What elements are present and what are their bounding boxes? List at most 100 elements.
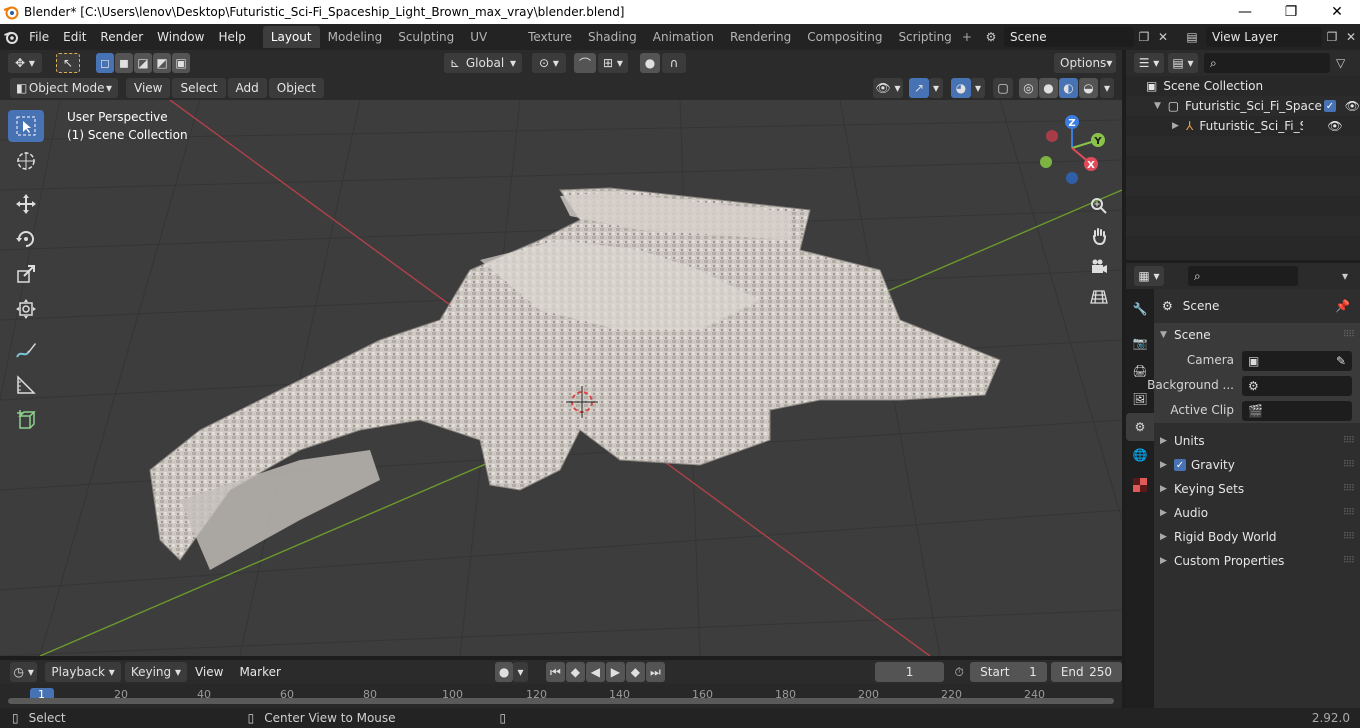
proportional-edit-icon[interactable]: ●: [640, 53, 660, 73]
visibility-eye-icon[interactable]: 👁: [1327, 119, 1342, 133]
play-reverse-icon[interactable]: ◀: [585, 662, 605, 682]
mode-difference-icon[interactable]: ◩: [153, 53, 171, 73]
measure-tool-icon[interactable]: [8, 369, 44, 401]
drag-grip-icon[interactable]: ⠿⠿: [1343, 436, 1355, 446]
wireframe-shading-icon[interactable]: ◎: [1019, 78, 1038, 98]
tab-uv-editing[interactable]: UV Editing: [462, 26, 520, 66]
playback-menu[interactable]: Playback ▾: [45, 662, 121, 682]
mode-intersect-icon[interactable]: ▣: [172, 53, 190, 73]
drag-grip-icon[interactable]: ⠿⠿: [1343, 508, 1355, 518]
active-clip-field[interactable]: 🎬: [1242, 401, 1352, 421]
jump-start-icon[interactable]: ⏮: [545, 662, 565, 682]
section-keying-sets[interactable]: ▶ Keying Sets ⠿⠿: [1154, 477, 1360, 501]
spaceship-model[interactable]: [149, 187, 1001, 570]
timeline-scrollbar[interactable]: [8, 698, 1114, 704]
section-audio[interactable]: ▶ Audio ⠿⠿: [1154, 501, 1360, 525]
menu-window[interactable]: Window: [150, 26, 211, 48]
rendered-shading-icon[interactable]: ◒: [1079, 78, 1098, 98]
remove-view-layer-icon[interactable]: ✕: [1342, 30, 1360, 44]
select-tool-icon[interactable]: [8, 110, 44, 142]
shading-dropdown-icon[interactable]: ▾: [1100, 78, 1114, 98]
move-tool-icon[interactable]: [8, 188, 44, 220]
tab-scripting[interactable]: Scripting: [890, 26, 959, 48]
gizmo-toggle-icon[interactable]: ↗: [909, 78, 929, 98]
current-frame-field[interactable]: 1: [874, 662, 945, 682]
add-workspace-button[interactable]: +: [960, 30, 974, 44]
start-frame-field[interactable]: Start 1: [970, 662, 1047, 682]
chevron-down-icon[interactable]: ▼: [1154, 101, 1168, 111]
rotate-tool-icon[interactable]: [8, 223, 44, 255]
auto-key-dropdown-icon[interactable]: ▾: [513, 662, 528, 682]
mode-extend-icon[interactable]: ◼: [115, 53, 133, 73]
options-dropdown[interactable]: Options ▾: [1054, 53, 1116, 73]
editor-type-icon[interactable]: ✥ ▾: [8, 53, 42, 73]
falloff-icon[interactable]: ∩: [662, 53, 686, 73]
view-layer-name-field[interactable]: View Layer: [1206, 27, 1322, 47]
minimize-button[interactable]: —: [1222, 0, 1268, 24]
drag-grip-icon[interactable]: ⠿⠿: [1343, 330, 1355, 340]
keying-menu[interactable]: Keying ▾: [124, 662, 187, 682]
menu-add[interactable]: Add: [227, 78, 267, 98]
background-scene-field[interactable]: ⚙: [1242, 376, 1352, 396]
pivot-point-icon[interactable]: ⊙ ▾: [532, 53, 566, 73]
mode-dropdown[interactable]: ◧ Object Mode ▾: [10, 78, 118, 98]
overlay-dropdown-icon[interactable]: ▾: [971, 78, 985, 98]
tab-shading[interactable]: Shading: [580, 26, 645, 48]
outliner-editor-icon[interactable]: ☰ ▾: [1134, 53, 1164, 73]
drag-grip-icon[interactable]: ⠿⠿: [1343, 556, 1355, 566]
outliner-search-input[interactable]: ⌕: [1204, 53, 1330, 73]
jump-end-icon[interactable]: ⏭: [645, 662, 665, 682]
navigation-gizmo[interactable]: Z Y X: [1040, 115, 1105, 184]
section-rigid-body-world[interactable]: ▶ Rigid Body World ⠿⠿: [1154, 525, 1360, 549]
render-tab-icon[interactable]: 📷: [1126, 329, 1154, 357]
tab-modeling[interactable]: Modeling: [320, 26, 391, 48]
properties-search-input[interactable]: ⌕: [1188, 266, 1298, 286]
tab-layout[interactable]: Layout: [262, 26, 320, 48]
tab-rendering[interactable]: Rendering: [722, 26, 799, 48]
timeline-ruler[interactable]: 1 20 40 60 80 100 120 140 160 180 200 22…: [0, 684, 1122, 708]
properties-editor-icon[interactable]: ▦ ▾: [1134, 266, 1164, 286]
timeline-view-menu[interactable]: View: [187, 665, 231, 679]
prev-keyframe-icon[interactable]: ◆: [565, 662, 585, 682]
eyedropper-icon[interactable]: ✎: [1336, 354, 1346, 368]
camera-field[interactable]: ▣ ✎: [1242, 351, 1352, 371]
outliner-row-object[interactable]: ▶ ⅄ Futuristic_Sci_Fi_Spa 👁: [1126, 116, 1360, 136]
record-keyframe-icon[interactable]: ●: [494, 662, 514, 682]
menu-edit[interactable]: Edit: [56, 26, 93, 48]
end-frame-field[interactable]: End 250: [1050, 662, 1122, 682]
display-mode-icon[interactable]: ▤ ▾: [1168, 53, 1198, 73]
section-gravity[interactable]: ▶ ✓ Gravity ⠿⠿: [1154, 453, 1360, 477]
select-box-tool-icon[interactable]: ↖: [56, 53, 80, 73]
play-icon[interactable]: ▶: [605, 662, 625, 682]
duplicate-scene-icon[interactable]: ❐: [1134, 30, 1154, 44]
world-tab-icon[interactable]: 🌐: [1126, 441, 1154, 469]
xray-toggle-icon[interactable]: ▢: [993, 78, 1013, 98]
mode-subtract-icon[interactable]: ◪: [134, 53, 152, 73]
add-cube-tool-icon[interactable]: [8, 404, 44, 436]
tab-compositing[interactable]: Compositing: [799, 26, 890, 48]
overlay-toggle-icon[interactable]: ◕: [951, 78, 971, 98]
outliner-row-scene-collection[interactable]: ▣ Scene Collection: [1126, 76, 1360, 96]
gizmo-dropdown-icon[interactable]: ▾: [929, 78, 943, 98]
scene-panel-header[interactable]: ▼ Scene ⠿⠿: [1154, 323, 1360, 347]
scene-icon[interactable]: ⚙: [978, 30, 1004, 44]
drag-grip-icon[interactable]: ⠿⠿: [1343, 460, 1355, 470]
gravity-checkbox[interactable]: ✓: [1174, 459, 1186, 471]
visibility-eye-icon[interactable]: 👁: [1345, 99, 1360, 113]
menu-select[interactable]: Select: [172, 78, 226, 98]
section-units[interactable]: ▶ Units ⠿⠿: [1154, 429, 1360, 453]
pan-hand-icon[interactable]: [1086, 223, 1112, 249]
material-shading-icon[interactable]: ◐: [1059, 78, 1078, 98]
scene-tab-icon[interactable]: ⚙: [1126, 413, 1154, 441]
texture-tab-icon[interactable]: [1126, 471, 1154, 499]
mode-new-icon[interactable]: ◻: [96, 53, 114, 73]
chevron-right-icon[interactable]: ▶: [1172, 121, 1186, 131]
menu-file[interactable]: File: [22, 26, 56, 48]
menu-view[interactable]: View: [126, 78, 171, 98]
drag-grip-icon[interactable]: ⠿⠿: [1343, 532, 1355, 542]
stopwatch-icon[interactable]: ⏱: [948, 665, 970, 680]
exclude-checkbox[interactable]: ✓: [1324, 100, 1336, 112]
pin-icon[interactable]: 📌: [1335, 299, 1350, 313]
cursor-tool-icon[interactable]: [8, 145, 44, 177]
drag-grip-icon[interactable]: ⠿⠿: [1343, 484, 1355, 494]
